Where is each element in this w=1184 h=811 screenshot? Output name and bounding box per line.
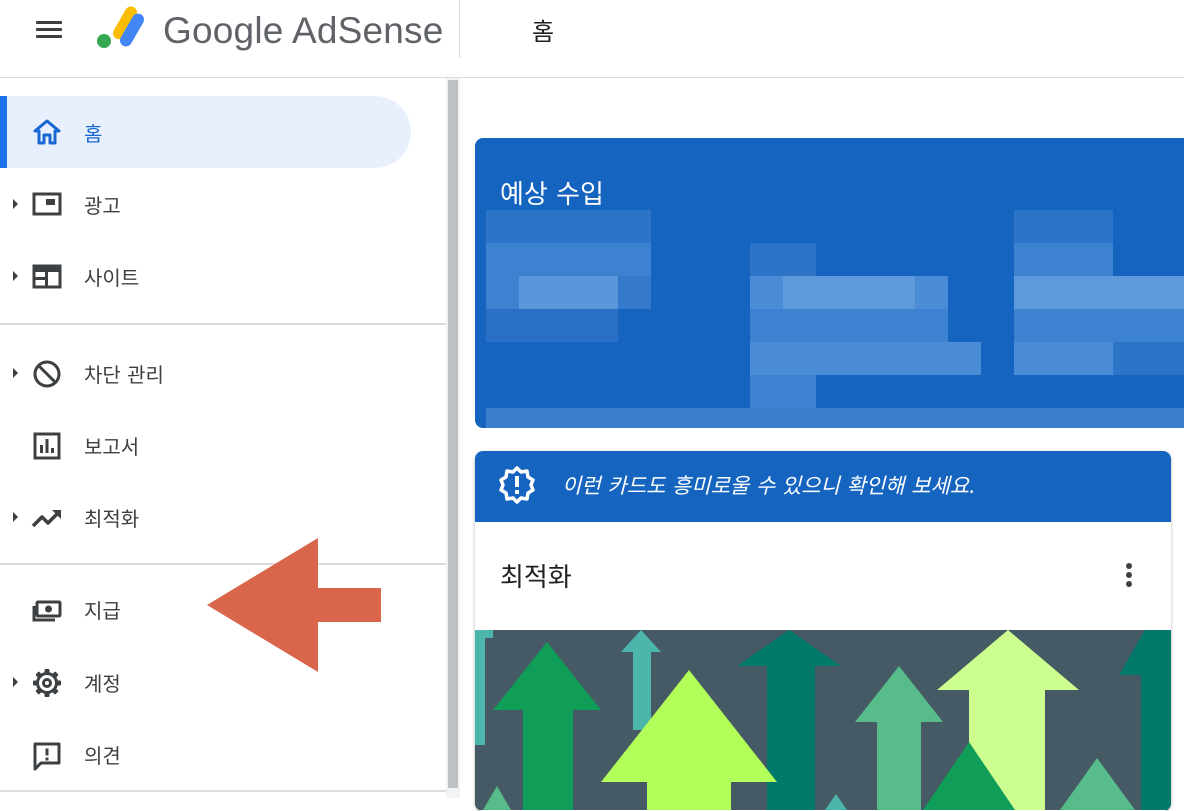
- expand-caret-icon[interactable]: [13, 199, 18, 209]
- sidebar-item-label: 사이트: [84, 266, 140, 290]
- suggestion-banner-text: 이런 카드도 흥미로울 수 있으니 확인해 보세요.: [562, 474, 976, 498]
- sidebar-scrollbar-thumb[interactable]: [448, 80, 458, 788]
- sidebar-item-label: 홈: [84, 122, 103, 146]
- suggestion-banner: 이런 카드도 흥미로울 수 있으니 확인해 보세요.: [475, 451, 1171, 522]
- sidebar-divider: [0, 323, 446, 325]
- active-item-indicator: [0, 96, 7, 168]
- left-arrow-annotation-icon: [207, 538, 381, 672]
- header-divider: [459, 0, 460, 58]
- block-icon: [33, 360, 61, 388]
- ads-icon: [32, 192, 62, 216]
- expand-caret-icon[interactable]: [13, 368, 18, 378]
- reports-icon: [33, 432, 61, 460]
- sidebar-item-label: 최적화: [84, 507, 140, 531]
- top-app-bar: Google AdSense 홈: [0, 0, 1184, 78]
- sidebar-item-label: 계정: [84, 672, 121, 696]
- home-icon: [33, 119, 61, 145]
- optimization-arrows-illustration: [475, 630, 1171, 810]
- feedback-icon: [33, 742, 61, 771]
- card-title: 최적화: [500, 563, 572, 593]
- estimated-earnings-card[interactable]: 예상 수입: [475, 138, 1184, 428]
- card-title: 예상 수입: [500, 180, 604, 210]
- expand-caret-icon[interactable]: [13, 677, 18, 687]
- more-vert-icon[interactable]: [1117, 559, 1141, 591]
- optimization-badge-icon: [499, 466, 535, 504]
- trending-up-icon: [31, 510, 61, 528]
- sidebar-divider: [0, 790, 446, 792]
- sidebar-item-label: 보고서: [84, 435, 140, 459]
- expand-caret-icon[interactable]: [13, 271, 18, 281]
- sidebar-item-label: 의견: [84, 744, 121, 768]
- adsense-logo-icon[interactable]: [96, 6, 148, 50]
- sidebar-nav: 홈 광고 사이트 차단 관리 보고서 최적화 지급 계정 의견: [0, 78, 446, 798]
- settings-gear-icon: [33, 669, 61, 697]
- sidebar-item-home[interactable]: 홈: [0, 78, 446, 168]
- sidebar-item-ads[interactable]: 광고: [0, 168, 446, 240]
- sidebar-item-blocking-controls[interactable]: 차단 관리: [0, 338, 446, 410]
- expand-caret-icon[interactable]: [13, 512, 18, 522]
- sidebar-item-reports[interactable]: 보고서: [0, 410, 446, 482]
- hamburger-menu-icon[interactable]: [33, 17, 65, 43]
- payments-icon: [32, 600, 62, 622]
- sidebar-item-sites[interactable]: 사이트: [0, 240, 446, 312]
- sidebar-item-feedback[interactable]: 의견: [0, 718, 446, 790]
- brand-name[interactable]: Google AdSense: [163, 10, 444, 52]
- page-title: 홈: [532, 18, 555, 46]
- sidebar-item-label: 광고: [84, 194, 121, 218]
- sites-icon: [32, 264, 62, 289]
- optimization-suggestion-card[interactable]: 이런 카드도 흥미로울 수 있으니 확인해 보세요. 최적화: [475, 451, 1171, 811]
- sidebar-item-label: 차단 관리: [84, 363, 164, 387]
- sidebar-item-label: 지급: [84, 599, 121, 623]
